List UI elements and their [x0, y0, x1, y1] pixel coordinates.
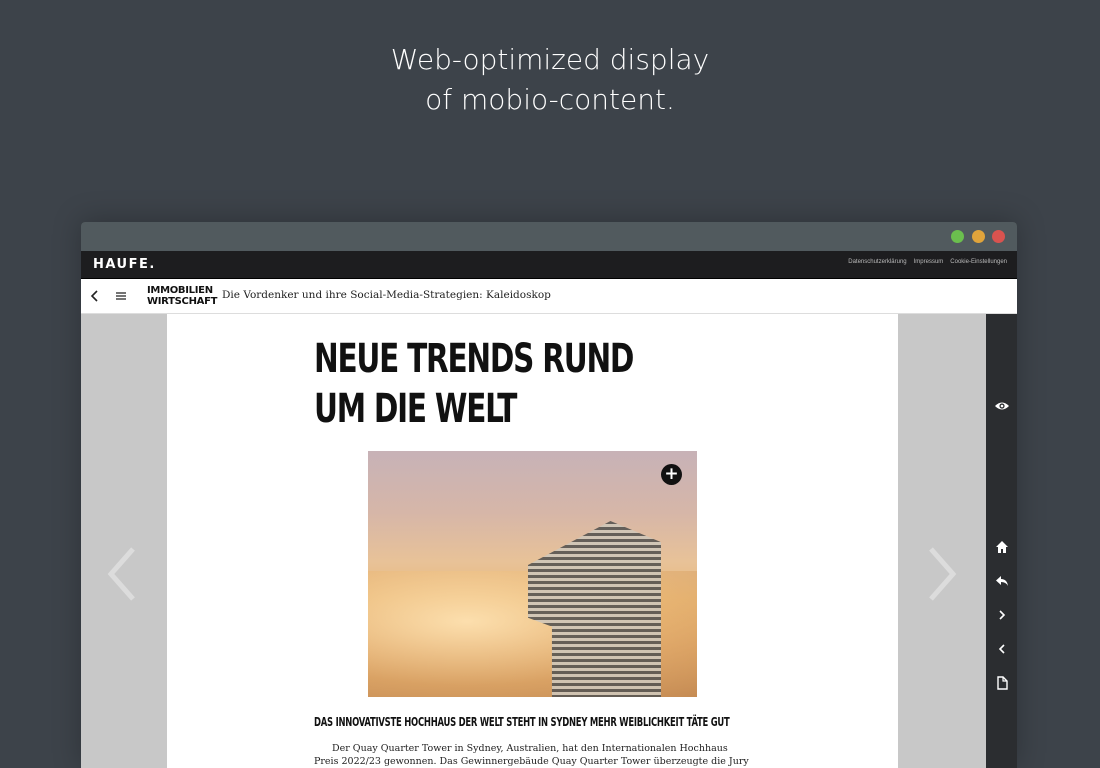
reader-navbar: IMMOBILIEN WIRTSCHAFT Die Vordenker und …	[81, 279, 1017, 314]
reply-icon[interactable]	[993, 572, 1011, 590]
article-title-line-1: NEUE TRENDS RUND	[314, 336, 634, 382]
menu-icon[interactable]	[113, 286, 129, 306]
privacy-link[interactable]: Datenschutzerklärung	[848, 259, 906, 265]
document-icon[interactable]	[993, 674, 1011, 692]
article-paragraph: Der Quay Quarter Tower in Sydney, Austra…	[314, 743, 749, 767]
promo-headline: Web-optimized display of mobio-content.	[0, 40, 1100, 120]
home-icon[interactable]	[993, 538, 1011, 556]
app-window: HAUFE. Datenschutzerklärung Impressum Co…	[81, 222, 1017, 768]
close-button[interactable]	[992, 230, 1005, 243]
article-photo[interactable]: +	[368, 451, 697, 697]
minimize-button[interactable]	[972, 230, 985, 243]
brand-line-1: IMMOBILIEN	[147, 285, 213, 296]
brand-line-2: WIRTSCHAFT	[147, 296, 218, 307]
publication-logo[interactable]: IMMOBILIEN WIRTSCHAFT	[147, 285, 217, 307]
chevron-right-icon[interactable]	[993, 606, 1011, 624]
promo-line-2: of mobio-content.	[425, 83, 675, 116]
article-body: Der Quay Quarter Tower in Sydney, Austra…	[314, 742, 754, 768]
haufe-header: HAUFE. Datenschutzerklärung Impressum Co…	[81, 251, 1017, 279]
cookie-settings-link[interactable]: Cookie-Einstellungen	[950, 259, 1007, 265]
article-title: NEUE TRENDS RUND UM DIE WELT	[314, 334, 658, 434]
maximize-button[interactable]	[951, 230, 964, 243]
previous-page-arrow-icon[interactable]	[103, 544, 143, 604]
magazine-page: NEUE TRENDS RUND UM DIE WELT + DAS INNOV…	[167, 314, 898, 768]
imprint-link[interactable]: Impressum	[914, 259, 944, 265]
zoom-plus-icon[interactable]: +	[661, 464, 682, 485]
back-icon[interactable]	[86, 286, 104, 306]
reader-sidebar	[986, 314, 1017, 768]
footer-links: Datenschutzerklärung Impressum Cookie-Ei…	[848, 259, 1007, 265]
next-page-arrow-icon[interactable]	[921, 544, 961, 604]
promo-line-1: Web-optimized display	[390, 43, 710, 76]
reader-viewport: NEUE TRENDS RUND UM DIE WELT + DAS INNOV…	[81, 314, 986, 768]
article-subheading: DAS INNOVATIVSTE HOCHHAUS DER WELT STEHT…	[314, 715, 730, 729]
eye-icon[interactable]	[993, 397, 1011, 415]
article-breadcrumb-title: Die Vordenker und ihre Social-Media-Stra…	[222, 289, 551, 301]
haufe-logo[interactable]: HAUFE.	[93, 257, 156, 272]
chevron-left-icon[interactable]	[993, 640, 1011, 658]
window-titlebar	[81, 222, 1017, 251]
article-title-line-2: UM DIE WELT	[314, 386, 517, 432]
